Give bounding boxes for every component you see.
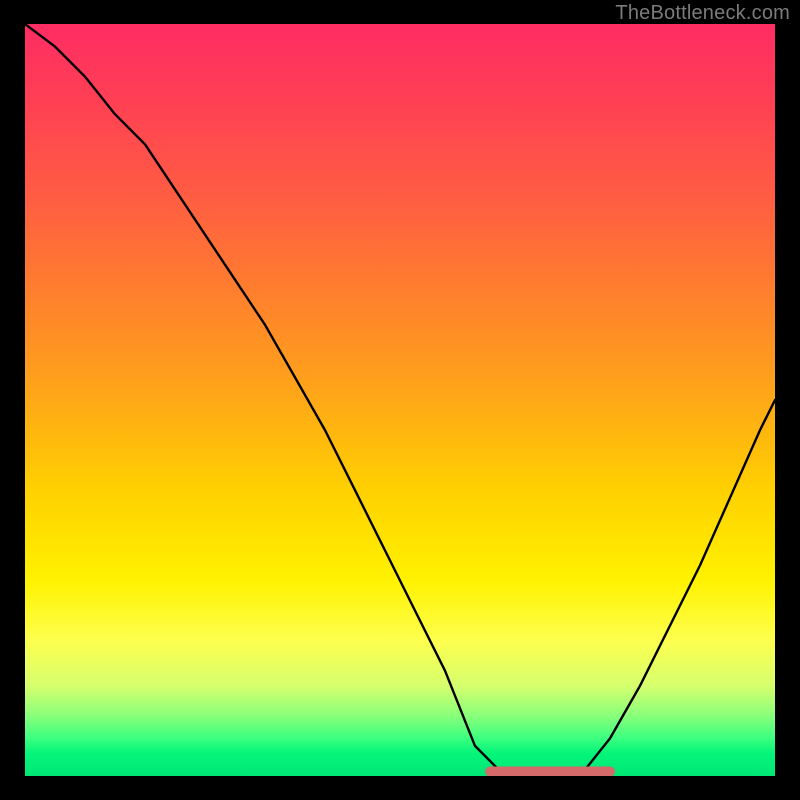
plot-area — [25, 24, 775, 776]
chart-stage: TheBottleneck.com — [0, 0, 800, 800]
watermark-text: TheBottleneck.com — [615, 2, 790, 25]
